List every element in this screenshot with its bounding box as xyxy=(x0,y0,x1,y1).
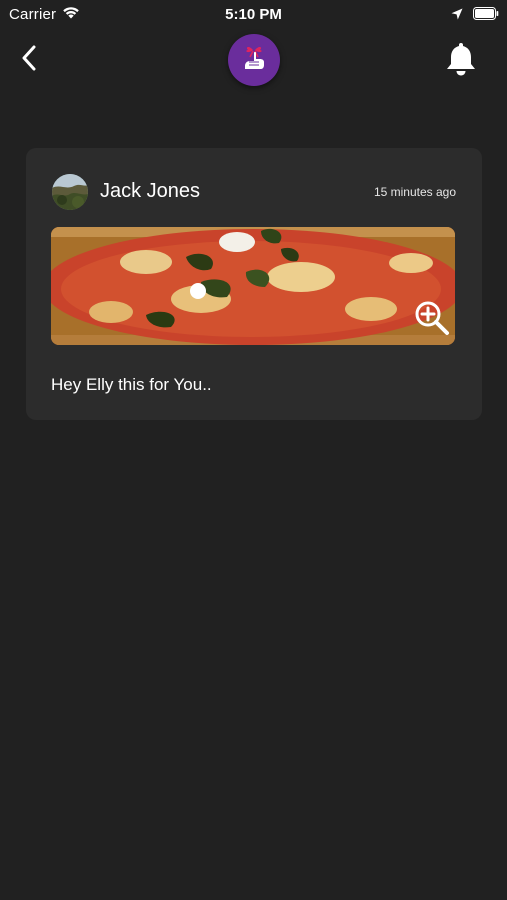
location-arrow-icon xyxy=(451,7,463,25)
battery-icon xyxy=(473,7,499,25)
zoom-in-icon xyxy=(413,299,451,342)
post-message: Hey Elly this for You.. xyxy=(51,375,212,394)
notifications-button[interactable] xyxy=(443,42,479,80)
app-logo xyxy=(228,34,280,86)
sender-name: Jack Jones xyxy=(100,180,201,202)
status-time: 5:10 PM xyxy=(225,6,282,23)
back-button[interactable] xyxy=(14,44,44,76)
zoom-button[interactable] xyxy=(412,300,452,340)
chevron-left-icon xyxy=(21,45,37,76)
post-card: Jack Jones 15 minutes ago Hey Elly this … xyxy=(26,148,482,420)
status-bar: Carrier 5:10 PM xyxy=(0,0,507,28)
bell-icon xyxy=(445,41,477,82)
post-image[interactable] xyxy=(51,227,455,345)
hand-with-ribbon-logo xyxy=(237,41,271,80)
avatar[interactable] xyxy=(52,174,88,210)
post-timestamp: 15 minutes ago xyxy=(373,185,456,199)
